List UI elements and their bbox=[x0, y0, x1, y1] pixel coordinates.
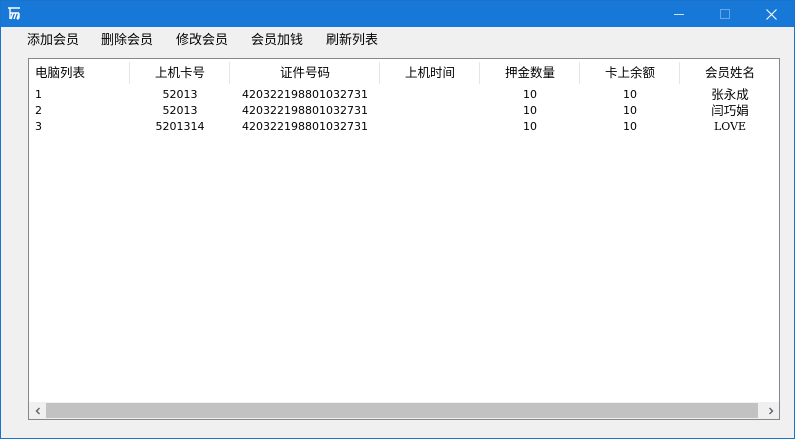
cell-id-number: 420322198801032731 bbox=[242, 88, 368, 101]
column-header-login-time[interactable]: 上机时间 bbox=[380, 59, 480, 87]
title-bar[interactable] bbox=[1, 1, 794, 27]
minimize-icon bbox=[674, 14, 684, 15]
table-row[interactable]: 3 5201314 420322198801032731 10 10 LOVE bbox=[29, 119, 779, 135]
cell-deposit: 10 bbox=[523, 88, 537, 101]
scroll-left-button[interactable] bbox=[29, 402, 46, 419]
close-icon bbox=[765, 8, 777, 20]
menu-bar: 添加会员 删除会员 修改会员 会员加钱 刷新列表 bbox=[1, 27, 794, 53]
menu-add-member[interactable]: 添加会员 bbox=[27, 32, 79, 50]
maximize-button[interactable] bbox=[702, 1, 748, 27]
cell-id-number: 420322198801032731 bbox=[242, 120, 368, 133]
column-header-id-number[interactable]: 证件号码 bbox=[230, 59, 380, 87]
member-list-view[interactable]: 电脑列表 上机卡号 证件号码 上机时间 押金数量 卡上余额 会员姓名 1 520… bbox=[28, 58, 780, 420]
table-row[interactable]: 1 52013 420322198801032731 10 10 张永成 bbox=[29, 87, 779, 103]
cell-computer: 1 bbox=[35, 88, 42, 101]
column-header-deposit[interactable]: 押金数量 bbox=[480, 59, 580, 87]
menu-delete-member[interactable]: 删除会员 bbox=[101, 32, 153, 50]
cell-login-time bbox=[380, 103, 480, 119]
cell-id-number: 420322198801032731 bbox=[242, 104, 368, 117]
menu-edit-member[interactable]: 修改会员 bbox=[176, 32, 228, 50]
cell-deposit: 10 bbox=[523, 120, 537, 133]
maximize-icon bbox=[720, 9, 730, 19]
cell-login-time bbox=[380, 87, 480, 103]
cell-balance: 10 bbox=[623, 104, 637, 117]
chevron-left-icon bbox=[35, 407, 40, 414]
cell-member-name: 闫巧娟 bbox=[711, 103, 749, 118]
column-header-balance[interactable]: 卡上余额 bbox=[580, 59, 680, 87]
cell-member-name: LOVE bbox=[713, 120, 747, 133]
close-button[interactable] bbox=[748, 1, 794, 27]
horizontal-scrollbar[interactable] bbox=[29, 402, 779, 419]
cell-login-time bbox=[380, 119, 480, 135]
main-window: 添加会员 删除会员 修改会员 会员加钱 刷新列表 电脑列表 上机卡号 证件号码 … bbox=[0, 0, 795, 439]
column-header-member-name[interactable]: 会员姓名 bbox=[680, 59, 779, 87]
chevron-right-icon bbox=[768, 407, 773, 414]
horizontal-scroll-thumb[interactable] bbox=[46, 403, 758, 418]
cell-balance: 10 bbox=[623, 120, 637, 133]
cell-computer: 2 bbox=[35, 104, 42, 117]
column-header-computer[interactable]: 电脑列表 bbox=[35, 59, 135, 87]
table-row[interactable]: 2 52013 420322198801032731 10 10 闫巧娟 bbox=[29, 103, 779, 119]
minimize-button[interactable] bbox=[656, 1, 702, 27]
scroll-right-button[interactable] bbox=[762, 402, 779, 419]
cell-member-name: 张永成 bbox=[711, 87, 749, 102]
list-header: 电脑列表 上机卡号 证件号码 上机时间 押金数量 卡上余额 会员姓名 bbox=[29, 59, 779, 87]
app-icon bbox=[6, 5, 23, 22]
cell-computer: 3 bbox=[35, 120, 42, 133]
column-header-card-number[interactable]: 上机卡号 bbox=[130, 59, 230, 87]
cell-balance: 10 bbox=[623, 88, 637, 101]
cell-card-number: 5201314 bbox=[155, 120, 205, 133]
cell-card-number: 52013 bbox=[162, 88, 198, 101]
menu-refresh-list[interactable]: 刷新列表 bbox=[326, 32, 378, 50]
cell-card-number: 52013 bbox=[162, 104, 198, 117]
cell-deposit: 10 bbox=[523, 104, 537, 117]
menu-add-money[interactable]: 会员加钱 bbox=[251, 32, 303, 50]
